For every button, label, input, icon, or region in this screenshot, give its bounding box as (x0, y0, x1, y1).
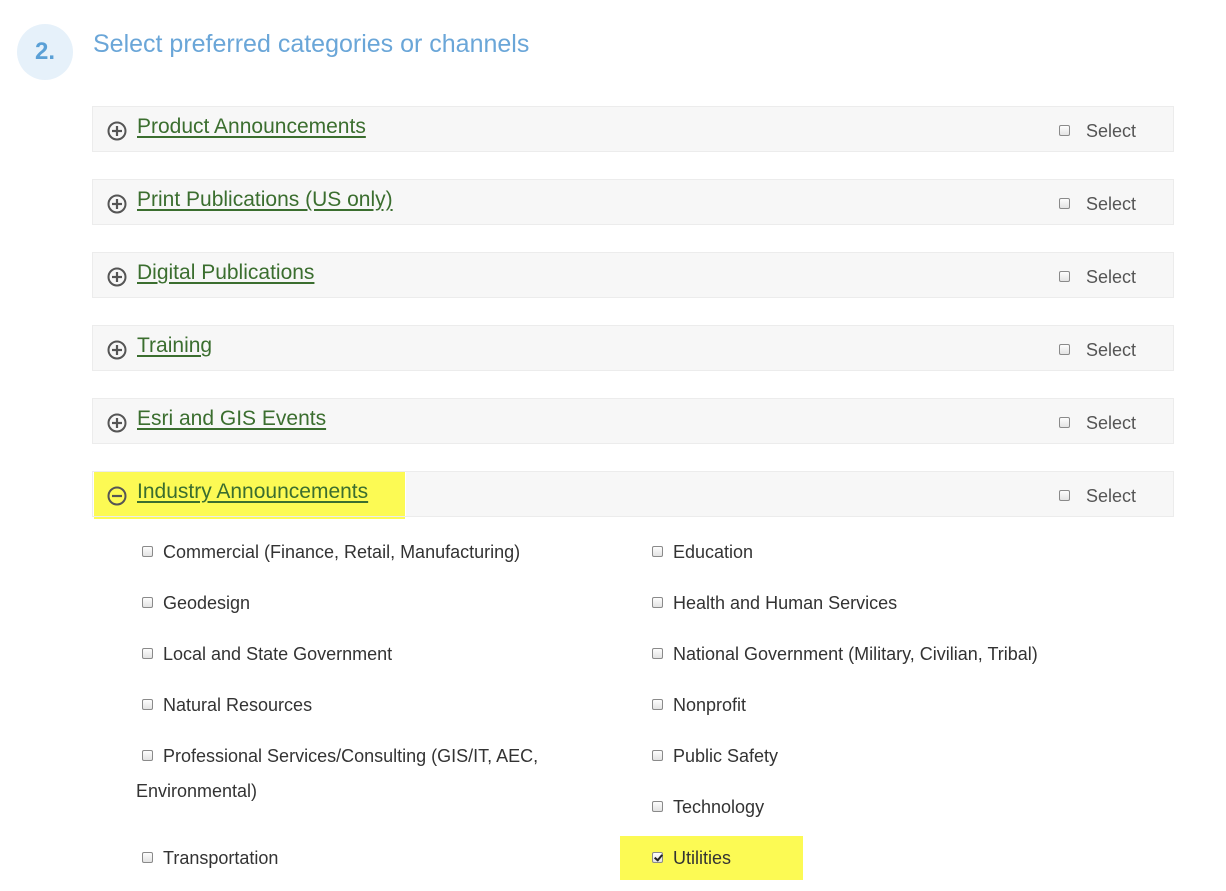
category-row-product-announcements: Product Announcements Select (92, 106, 1174, 152)
category-select-label: Select (1086, 340, 1137, 360)
plus-circle-icon[interactable] (107, 267, 127, 287)
industry-option-label: Public Safety (673, 746, 779, 766)
category-select-label: Select (1086, 486, 1137, 506)
industry-checkbox[interactable] (652, 648, 663, 659)
category-checkbox[interactable] (1059, 417, 1070, 428)
industry-option-label-continued: Environmental) (136, 781, 258, 801)
plus-circle-icon[interactable] (107, 413, 127, 433)
industry-option-label: Technology (673, 797, 765, 817)
industry-option-label: Health and Human Services (673, 593, 898, 613)
industry-option-label: National Government (Military, Civilian,… (673, 644, 1038, 664)
category-row-training: Training Select (92, 325, 1174, 371)
category-checkbox[interactable] (1059, 125, 1070, 136)
industry-checkbox[interactable] (142, 750, 153, 761)
industry-option-label: Professional Services/Consulting (GIS/IT… (163, 746, 539, 766)
plus-circle-icon[interactable] (107, 340, 127, 360)
industry-checkbox[interactable] (142, 699, 153, 710)
category-row-digital-publications: Digital Publications Select (92, 252, 1174, 298)
industry-option-label: Transportation (163, 848, 279, 868)
industry-option-label: Utilities (673, 848, 732, 868)
category-checkbox[interactable] (1059, 198, 1070, 209)
category-select-esri-gis-events[interactable]: Select (1059, 412, 1136, 433)
industry-checkbox[interactable] (142, 648, 153, 659)
category-link-print-publications[interactable]: Print Publications (US only) (137, 188, 393, 212)
step-number-badge: 2. (17, 24, 73, 80)
page-title: Select preferred categories or channels (93, 30, 530, 58)
category-row-print-publications: Print Publications (US only) Select (92, 179, 1174, 225)
category-link-digital-publications[interactable]: Digital Publications (137, 261, 314, 285)
industry-checkbox-checked[interactable] (652, 852, 663, 863)
category-link-esri-gis-events[interactable]: Esri and GIS Events (137, 407, 326, 431)
category-select-label: Select (1086, 413, 1137, 433)
category-row-industry-announcements: Industry Announcements Select (92, 471, 1174, 517)
step-number: 2. (34, 38, 55, 65)
category-row-esri-gis-events: Esri and GIS Events Select (92, 398, 1174, 444)
industry-option-label: Education (673, 542, 754, 562)
plus-circle-icon[interactable] (107, 194, 127, 214)
category-select-label: Select (1086, 194, 1137, 214)
category-link-industry-announcements[interactable]: Industry Announcements (137, 480, 368, 504)
industry-option-label: Commercial (Finance, Retail, Manufacturi… (163, 542, 521, 562)
category-select-training[interactable]: Select (1059, 339, 1136, 360)
industry-checkbox[interactable] (142, 546, 153, 557)
category-checkbox[interactable] (1059, 490, 1070, 501)
industry-checkbox[interactable] (142, 852, 153, 863)
category-select-product-announcements[interactable]: Select (1059, 120, 1136, 141)
industry-checkbox[interactable] (652, 597, 663, 608)
category-checkbox[interactable] (1059, 271, 1070, 282)
category-select-digital-publications[interactable]: Select (1059, 266, 1136, 287)
industry-checkbox[interactable] (652, 546, 663, 557)
category-select-label: Select (1086, 121, 1137, 141)
industry-checkbox[interactable] (142, 597, 153, 608)
industry-option-label: Local and State Government (163, 644, 393, 664)
category-link-product-announcements[interactable]: Product Announcements (137, 115, 366, 139)
row-background (406, 472, 1173, 516)
industry-checkbox[interactable] (652, 750, 663, 761)
category-link-training[interactable]: Training (137, 334, 212, 358)
industry-checkbox[interactable] (652, 801, 663, 812)
industry-option-label: Natural Resources (163, 695, 313, 715)
industry-checkbox[interactable] (652, 699, 663, 710)
category-select-label: Select (1086, 267, 1137, 287)
plus-circle-icon[interactable] (107, 121, 127, 141)
industry-option-label: Nonprofit (673, 695, 747, 715)
category-checkbox[interactable] (1059, 344, 1070, 355)
category-select-print-publications[interactable]: Select (1059, 193, 1136, 214)
category-select-industry-announcements[interactable]: Select (1059, 485, 1136, 506)
industry-option-label: Geodesign (163, 593, 251, 613)
minus-circle-icon[interactable] (107, 486, 127, 506)
